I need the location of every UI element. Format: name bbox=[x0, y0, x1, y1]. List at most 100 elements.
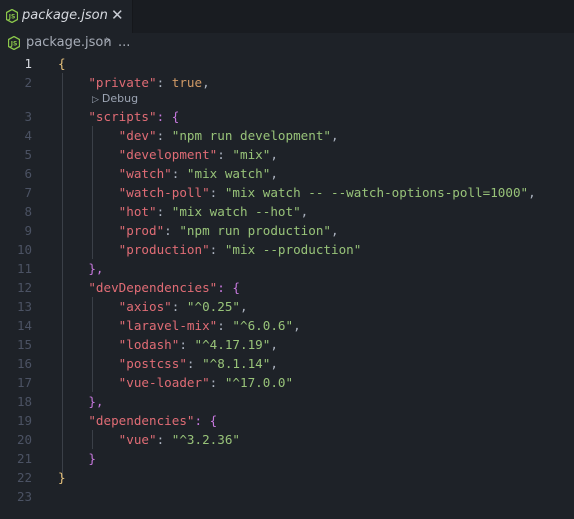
code-line: } bbox=[58, 468, 66, 487]
code-token: "laravel-mix" bbox=[118, 318, 218, 333]
line-number: 21 bbox=[16, 451, 32, 466]
code-token: , bbox=[270, 337, 278, 352]
line-number: 19 bbox=[16, 413, 32, 428]
code-token: : bbox=[156, 128, 172, 143]
code-token: : bbox=[171, 299, 187, 314]
line-number: 22 bbox=[16, 470, 32, 485]
line-number: 14 bbox=[16, 318, 32, 333]
codelens-debug-label: Debug bbox=[101, 92, 139, 105]
code-token: "^0.25" bbox=[186, 299, 240, 314]
code-token: } bbox=[88, 451, 96, 466]
code-line: "hot": "mix watch --hot", bbox=[58, 202, 309, 221]
code-token: "scripts" bbox=[88, 109, 157, 124]
code-line: "vue": "^3.2.36" bbox=[58, 430, 240, 449]
svg-text:JS: JS bbox=[10, 41, 18, 48]
code-token: : { bbox=[217, 280, 240, 295]
line-number: 10 bbox=[16, 242, 32, 257]
code-line: "postcss": "^8.1.14", bbox=[58, 354, 278, 373]
code-token: "mix" bbox=[232, 147, 271, 162]
code-token: "development" bbox=[118, 147, 218, 162]
code-token: "prod" bbox=[118, 223, 165, 238]
code-line: "dependencies": { bbox=[58, 411, 217, 430]
code-token: , bbox=[293, 318, 301, 333]
line-number: 7 bbox=[24, 185, 32, 200]
code-token: , bbox=[528, 185, 536, 200]
tab-bar: JS package.json ✕ bbox=[0, 0, 574, 33]
code-token: : bbox=[217, 147, 233, 162]
code-token: "dev" bbox=[118, 128, 157, 143]
code-token: , bbox=[331, 128, 339, 143]
code-token: : bbox=[156, 204, 172, 219]
breadcrumb-file[interactable]: package.json bbox=[26, 35, 112, 50]
code-token: , bbox=[270, 166, 278, 181]
code-token: "npm run production" bbox=[179, 223, 331, 238]
code-token: "mix watch --hot" bbox=[171, 204, 301, 219]
code-token: , bbox=[300, 204, 309, 219]
line-number: 4 bbox=[24, 128, 32, 143]
chevron-right-icon: › bbox=[105, 33, 111, 48]
code-token: "hot" bbox=[118, 204, 157, 219]
code-token: : bbox=[179, 337, 195, 352]
code-line: "scripts": { bbox=[58, 107, 179, 126]
code-line: "laravel-mix": "^6.0.6", bbox=[58, 316, 301, 335]
code-token: : bbox=[164, 223, 180, 238]
code-token: "mix watch" bbox=[186, 166, 271, 181]
code-line: "vue-loader": "^17.0.0" bbox=[58, 373, 293, 392]
code-token: , bbox=[331, 223, 339, 238]
code-token: "private" bbox=[88, 75, 157, 90]
line-number: 1 bbox=[24, 56, 32, 71]
code-line: "devDependencies": { bbox=[58, 278, 240, 297]
code-token: "^8.1.14" bbox=[202, 356, 271, 371]
code-token: "axios" bbox=[118, 299, 172, 314]
breadcrumb: JS package.json › ... bbox=[0, 33, 574, 54]
code-token: "lodash" bbox=[118, 337, 180, 352]
code-editor[interactable]: 1 2 3 4 5 6 7 8 9 10 11 12 13 14 15 16 1… bbox=[0, 54, 574, 519]
code-token: : bbox=[217, 318, 233, 333]
line-number: 20 bbox=[16, 432, 32, 447]
line-number: 15 bbox=[16, 337, 32, 352]
code-token: "vue-loader" bbox=[118, 375, 210, 390]
code-token: }, bbox=[88, 261, 104, 276]
code-token: "^6.0.6" bbox=[232, 318, 294, 333]
code-token: "watch-poll" bbox=[118, 185, 210, 200]
code-line: }, bbox=[58, 392, 103, 411]
code-token: , bbox=[240, 299, 248, 314]
tab-package-json[interactable]: JS package.json ✕ bbox=[0, 0, 133, 33]
code-token: : bbox=[209, 375, 225, 390]
code-token: "mix watch -- --watch-options-poll=1000" bbox=[224, 185, 529, 200]
code-token: "dependencies" bbox=[88, 413, 195, 428]
code-line: } bbox=[58, 449, 96, 468]
code-token: : bbox=[209, 242, 225, 257]
code-token: , bbox=[202, 75, 210, 90]
line-number: 18 bbox=[16, 394, 32, 409]
code-token: : bbox=[171, 166, 187, 181]
line-number: 2 bbox=[24, 75, 32, 90]
code-token: : { bbox=[194, 413, 218, 428]
svg-text:JS: JS bbox=[8, 14, 16, 21]
code-token: "^17.0.0" bbox=[224, 375, 294, 390]
code-line: { bbox=[58, 54, 66, 73]
nodejs-hexagon-icon: JS bbox=[6, 9, 18, 23]
codelens-debug[interactable]: ▷ Debug bbox=[92, 92, 138, 106]
code-token: : bbox=[156, 432, 172, 447]
code-line: "watch-poll": "mix watch -- --watch-opti… bbox=[58, 183, 536, 202]
code-line: "lodash": "^4.17.19", bbox=[58, 335, 278, 354]
code-token: , bbox=[270, 147, 278, 162]
code-line: "development": "mix", bbox=[58, 145, 278, 164]
line-number: 17 bbox=[16, 375, 32, 390]
code-line: "prod": "npm run production", bbox=[58, 221, 339, 240]
line-number: 13 bbox=[16, 299, 32, 314]
code-line: }, bbox=[58, 259, 104, 278]
code-token: : bbox=[186, 356, 203, 371]
line-number: 3 bbox=[24, 109, 32, 124]
line-number: 8 bbox=[24, 204, 32, 219]
line-number: 23 bbox=[16, 489, 32, 504]
breadcrumb-symbol[interactable]: ... bbox=[118, 35, 130, 50]
code-token: } bbox=[58, 470, 66, 485]
code-token: "vue" bbox=[118, 432, 157, 447]
close-icon[interactable]: ✕ bbox=[111, 7, 124, 23]
code-line: "private": true, bbox=[58, 73, 210, 92]
code-token: : { bbox=[156, 109, 180, 124]
tab-label: package.json bbox=[22, 8, 108, 23]
code-token: "postcss" bbox=[118, 356, 187, 371]
